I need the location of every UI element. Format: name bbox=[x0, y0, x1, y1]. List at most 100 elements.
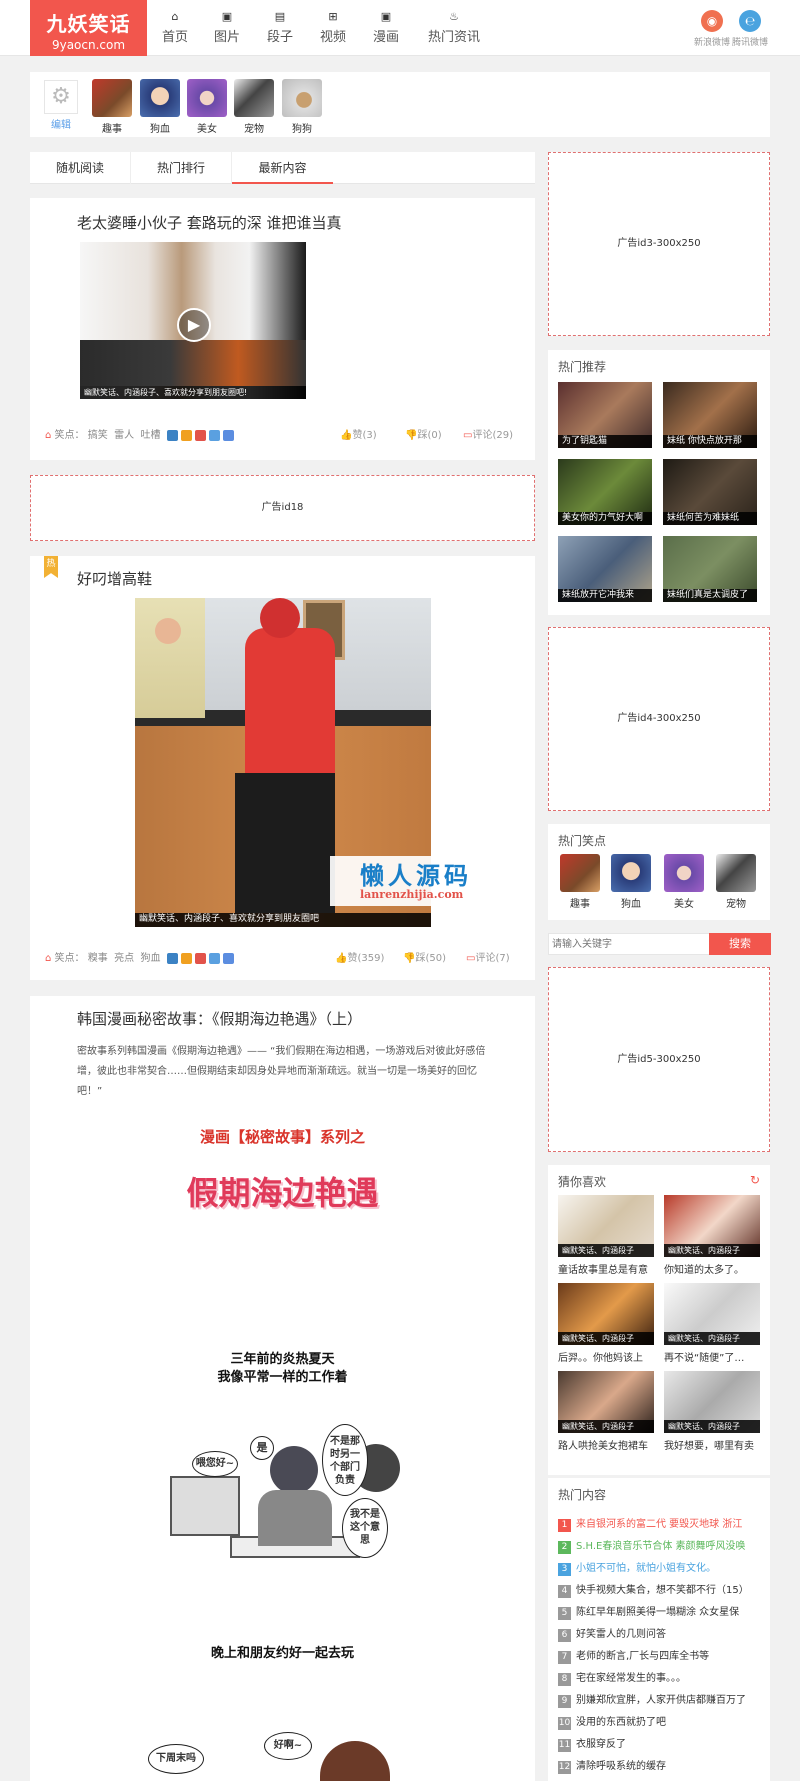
play-icon[interactable]: ▶ bbox=[177, 308, 211, 342]
hot-content-item[interactable]: 9 别嫌郑欣宜胖，人家开供店都赚百万了 bbox=[558, 1691, 746, 1708]
rank-number: 11 bbox=[558, 1739, 571, 1752]
post-title[interactable]: 好叼增高鞋 bbox=[77, 568, 152, 589]
category-item[interactable]: 趣事 bbox=[92, 79, 132, 135]
fire-icon: ♨ bbox=[449, 10, 459, 23]
hot-content-title: 来自银河系的富二代 要毁灭地球 浙江 bbox=[576, 1519, 743, 1530]
share-qzone-icon[interactable] bbox=[166, 952, 178, 964]
nav-jokes[interactable]: ▤ 段子 bbox=[265, 10, 295, 45]
nav-video[interactable]: ⊞ 视频 bbox=[318, 10, 348, 45]
hot-content-item[interactable]: 5 陈红早年剧照美得一塌糊涂 众女星保 bbox=[558, 1603, 739, 1620]
dislike-button[interactable]: 👎踩(50) bbox=[403, 949, 446, 964]
video-thumbnail[interactable]: ▶ 幽默笑话、内涵段子、喜欢就分享到朋友圈吧! bbox=[80, 242, 306, 399]
comment-button[interactable]: ▭评论(7) bbox=[466, 949, 510, 964]
comment-button[interactable]: ▭评论(29) bbox=[463, 426, 513, 441]
guess-title: 我好想要，哪里有卖 bbox=[664, 1441, 754, 1452]
post-title[interactable]: 老太婆睡小伙子 套路玩的深 谁把谁当真 bbox=[77, 212, 342, 233]
category-item[interactable]: 美女 bbox=[187, 79, 227, 135]
share-qq-icon[interactable] bbox=[180, 429, 192, 441]
hot-point-item[interactable]: 美女 bbox=[664, 854, 704, 910]
category-thumb bbox=[282, 79, 322, 117]
category-item[interactable]: 狗血 bbox=[140, 79, 180, 135]
hot-content-item[interactable]: 8 宅在家经常发生的事。。。 bbox=[558, 1669, 686, 1686]
ad-banner-main[interactable]: 广告id18 bbox=[30, 475, 535, 541]
hot-recommend-item[interactable]: 妹纸们真是太调皮了 bbox=[663, 536, 757, 602]
hot-recommend-item[interactable]: 美女你的力气好大啊 bbox=[558, 459, 652, 525]
tab-latest[interactable]: 最新内容 bbox=[232, 152, 333, 184]
category-label: 狗血 bbox=[150, 124, 170, 135]
refresh-icon[interactable]: ↻ bbox=[750, 1173, 760, 1187]
hot-content-item[interactable]: 11 衣服穿反了 bbox=[558, 1735, 626, 1752]
tab-hot-ranking[interactable]: 热门排行 bbox=[131, 152, 232, 184]
like-button[interactable]: 👍赞(3) bbox=[340, 426, 377, 441]
hot-point-item[interactable]: 宠物 bbox=[716, 854, 756, 910]
hot-point-item[interactable]: 狗血 bbox=[611, 854, 651, 910]
thumbs-down-icon: 👎 bbox=[403, 953, 416, 964]
share-weibo-icon[interactable] bbox=[194, 952, 206, 964]
hot-point-thumb bbox=[716, 854, 756, 892]
tencent-weibo-link[interactable]: ℮ 腾讯微博 bbox=[726, 10, 774, 48]
ad-sidebar-2[interactable]: 广告id4-300x250 bbox=[548, 627, 770, 811]
share-qzone-icon[interactable] bbox=[166, 429, 178, 441]
share-weibo-icon[interactable] bbox=[194, 429, 206, 441]
site-logo[interactable]: 九妖笑话 9yaocn.com bbox=[30, 0, 147, 56]
content-tabs: 随机阅读 热门排行 最新内容 bbox=[30, 152, 535, 184]
share-renren-icon[interactable] bbox=[222, 952, 234, 964]
search-button[interactable]: 搜索 bbox=[709, 933, 771, 955]
hot-recommend-item[interactable]: 妹纸何苦为难妹纸 bbox=[663, 459, 757, 525]
hot-content-item[interactable]: 2 S.H.E春浪音乐节合体 素颜舞呼风没唤 bbox=[558, 1537, 746, 1554]
comic-caption-line1: 三年前的炎热夏天 bbox=[230, 1352, 335, 1367]
hot-point-item[interactable]: 趣事 bbox=[560, 854, 600, 910]
nav-home[interactable]: ⌂ 首页 bbox=[160, 10, 190, 45]
category-item[interactable]: 狗狗 bbox=[282, 79, 322, 135]
hot-recommend-item[interactable]: 妹纸放开它冲我来 bbox=[558, 536, 652, 602]
nav-hot-news-label: 热门资讯 bbox=[427, 30, 480, 45]
category-item[interactable]: 宠物 bbox=[234, 79, 274, 135]
hot-content-item[interactable]: 1 来自银河系的富二代 要毁灭地球 浙江 bbox=[558, 1515, 742, 1532]
like-button[interactable]: 👍赞(359) bbox=[335, 949, 384, 964]
guess-item[interactable]: 幽默笑话、内涵段子 我好想要，哪里有卖 bbox=[664, 1371, 760, 1452]
guess-item[interactable]: 幽默笑话、内涵段子 童话故事里总是有意 bbox=[558, 1195, 654, 1276]
tag-link[interactable]: 狗血 bbox=[140, 953, 160, 964]
share-qq-icon[interactable] bbox=[180, 952, 192, 964]
hot-recommend-item[interactable]: 为了钥匙猫 bbox=[558, 382, 652, 448]
tag-link[interactable]: 搞笑 bbox=[88, 430, 108, 441]
post-title[interactable]: 韩国漫画秘密故事：《假期海边艳遇》（上） bbox=[77, 1008, 362, 1029]
hot-content-item[interactable]: 3 小姐不可怕，就怕小姐有文化。 bbox=[558, 1559, 716, 1576]
guess-item[interactable]: 幽默笑话、内涵段子 路人哄抢美女抱裙车 bbox=[558, 1371, 654, 1452]
tag-link[interactable]: 雷人 bbox=[114, 430, 134, 441]
ad-sidebar-3[interactable]: 广告id5-300x250 bbox=[548, 967, 770, 1152]
guess-item[interactable]: 幽默笑话、内涵段子 再不说“随便”了… bbox=[664, 1283, 760, 1364]
search-input[interactable] bbox=[549, 934, 707, 954]
post-meta: ⌂ 笑点： 糗事 亮点 狗血 bbox=[45, 949, 237, 964]
hot-content-item[interactable]: 7 老师的断言,厂长与四库全书等 bbox=[558, 1647, 709, 1664]
hot-content-item[interactable]: 4 快手视频大集合，想不笑都不行（15） bbox=[558, 1581, 749, 1598]
share-tencent-icon[interactable] bbox=[208, 952, 220, 964]
nav-comics[interactable]: ▣ 漫画 bbox=[371, 10, 401, 45]
share-renren-icon[interactable] bbox=[222, 429, 234, 441]
hot-recommend-item[interactable]: 妹纸 你快点放开那 bbox=[663, 382, 757, 448]
edit-categories-button[interactable]: ⚙ 编辑 bbox=[44, 80, 78, 131]
guess-item[interactable]: 幽默笑话、内涵段子 你知道的太多了。 bbox=[664, 1195, 760, 1276]
hot-content-item[interactable]: 6 好笑雷人的几则问答 bbox=[558, 1625, 666, 1642]
tag-link[interactable]: 糗事 bbox=[88, 953, 108, 964]
item-caption: 妹纸何苦为难妹纸 bbox=[663, 512, 757, 525]
speech-bubble-yes: 是 bbox=[250, 1436, 274, 1460]
gear-icon: ⚙ bbox=[44, 80, 78, 114]
share-tencent-icon[interactable] bbox=[208, 429, 220, 441]
hot-content-item[interactable]: 10 没用的东西就扔了吧 bbox=[558, 1713, 666, 1730]
dislike-button[interactable]: 👎踩(0) bbox=[405, 426, 442, 441]
ad-sidebar-1[interactable]: 广告id3-300x250 bbox=[548, 152, 770, 336]
tab-random[interactable]: 随机阅读 bbox=[30, 152, 131, 184]
tag-link[interactable]: 吐槽 bbox=[140, 430, 160, 441]
hot-content-item[interactable]: 12 清除呼吸系统的缓存 bbox=[558, 1757, 666, 1774]
tag-link[interactable]: 亮点 bbox=[114, 953, 134, 964]
nav-hot-news[interactable]: ♨ 热门资讯 bbox=[424, 10, 484, 45]
category-label: 宠物 bbox=[244, 124, 264, 135]
logo-url: 9yaocn.com bbox=[51, 38, 126, 52]
guess-item[interactable]: 幽默笑话、内涵段子 后羿。。你他妈该上 bbox=[558, 1283, 654, 1364]
watermark: 懒人源码 lanrenzhijia.com bbox=[330, 856, 515, 906]
comic-woman-head bbox=[270, 1446, 318, 1494]
guess-title: 你知道的太多了。 bbox=[664, 1265, 744, 1276]
rank-number: 9 bbox=[558, 1695, 571, 1708]
nav-images[interactable]: ▣ 图片 bbox=[212, 10, 242, 45]
